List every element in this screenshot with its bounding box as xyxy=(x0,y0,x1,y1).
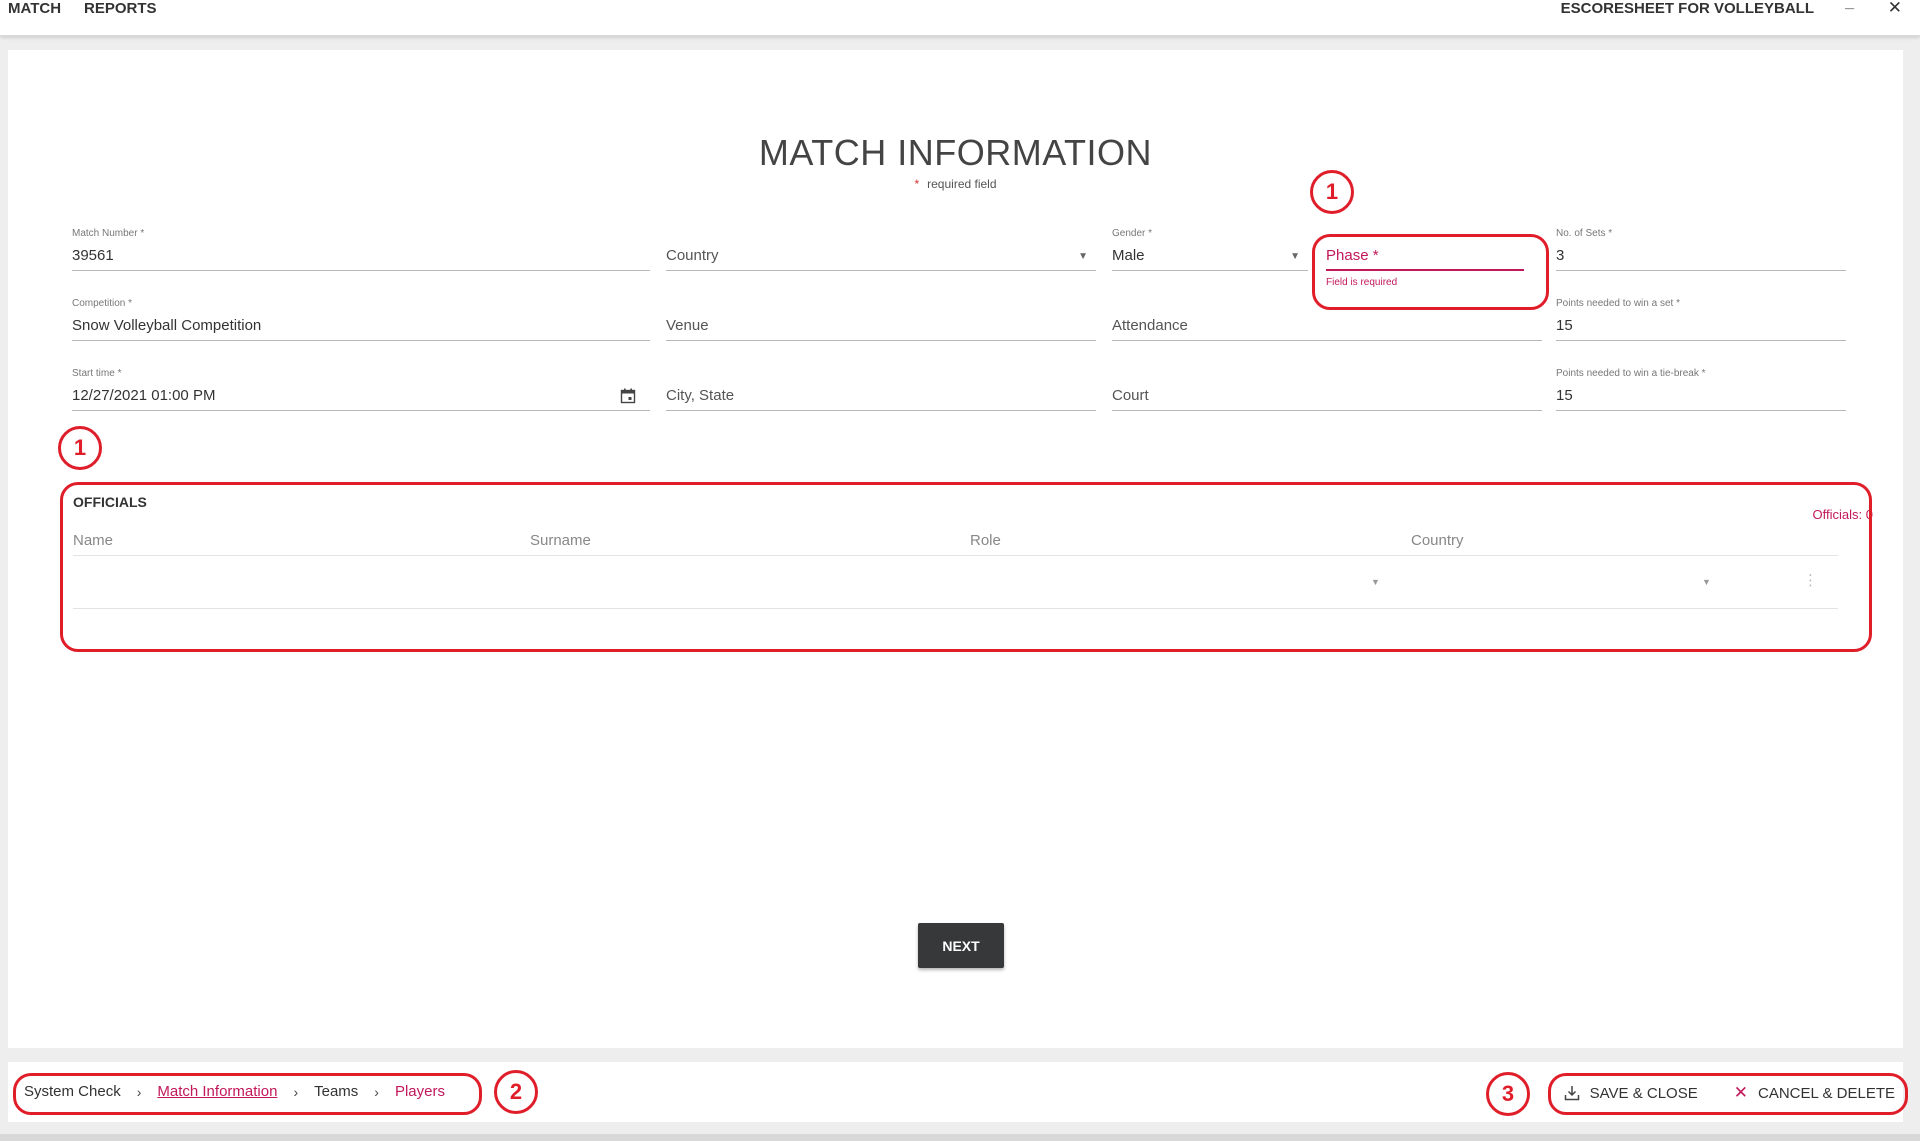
points-set-label: Points needed to win a set * xyxy=(1556,298,1680,309)
court-field[interactable]: Court xyxy=(1112,368,1542,418)
no-of-sets-field[interactable]: No. of Sets * 3 xyxy=(1556,228,1846,278)
cancel-delete-button[interactable]: ✕ CANCEL & DELETE xyxy=(1734,1083,1895,1103)
annotation-box-officials xyxy=(60,482,1872,652)
venue-input[interactable]: Venue xyxy=(666,315,1096,341)
points-tiebreak-field[interactable]: Points needed to win a tie-break * 15 xyxy=(1556,368,1846,418)
no-of-sets-input[interactable]: 3 xyxy=(1556,245,1846,271)
save-close-label: SAVE & CLOSE xyxy=(1589,1084,1698,1102)
competition-input[interactable]: Snow Volleyball Competition xyxy=(72,315,650,341)
required-note-text: required field xyxy=(927,177,997,191)
annotation-number-3: 3 xyxy=(1486,1072,1530,1116)
start-time-input[interactable]: 12/27/2021 01:00 PM xyxy=(72,385,650,411)
menu-match[interactable]: MATCH xyxy=(8,0,61,17)
points-set-field[interactable]: Points needed to win a set * 15 xyxy=(1556,298,1846,348)
footer-actions: SAVE & CLOSE ✕ CANCEL & DELETE xyxy=(1564,1083,1895,1103)
required-star: * xyxy=(914,177,920,191)
no-of-sets-label: No. of Sets * xyxy=(1556,228,1613,239)
match-number-input[interactable]: 39561 xyxy=(72,245,650,271)
bottom-edge xyxy=(0,1134,1920,1141)
city-state-field[interactable]: City, State xyxy=(666,368,1096,418)
next-button[interactable]: NEXT xyxy=(918,923,1004,968)
gender-label: Gender * xyxy=(1112,228,1153,239)
country-placeholder[interactable]: Country xyxy=(666,245,1096,271)
annotation-box-phase xyxy=(1312,234,1549,310)
match-number-field[interactable]: Match Number * 39561 xyxy=(72,228,650,278)
title-bar: MATCH REPORTS ESCORESHEET FOR VOLLEYBALL… xyxy=(0,0,1920,36)
court-input[interactable]: Court xyxy=(1112,385,1542,411)
points-set-input[interactable]: 15 xyxy=(1556,315,1846,341)
venue-field[interactable]: Venue xyxy=(666,298,1096,348)
annotation-number-1b: 1 xyxy=(58,426,102,470)
start-time-field[interactable]: Start time * 12/27/2021 01:00 PM xyxy=(72,368,650,418)
match-number-label: Match Number * xyxy=(72,228,145,239)
start-time-label: Start time * xyxy=(72,368,122,379)
breadcrumb: System Check › Match Information › Teams… xyxy=(24,1083,445,1100)
minimize-button[interactable]: _ xyxy=(1845,0,1854,12)
gender-select[interactable]: Gender * Male ▼ xyxy=(1112,228,1308,278)
points-tiebreak-label: Points needed to win a tie-break * xyxy=(1556,368,1706,379)
chevron-right-icon: › xyxy=(136,1083,142,1100)
calendar-icon[interactable] xyxy=(620,388,636,404)
app-title: ESCORESHEET FOR VOLLEYBALL xyxy=(1560,0,1814,17)
required-note: * required field xyxy=(8,177,1903,191)
points-tiebreak-input[interactable]: 15 xyxy=(1556,385,1846,411)
breadcrumb-match-information[interactable]: Match Information xyxy=(157,1083,277,1100)
menu-reports[interactable]: REPORTS xyxy=(84,0,157,17)
competition-field[interactable]: Competition * Snow Volleyball Competitio… xyxy=(72,298,650,348)
breadcrumb-system-check[interactable]: System Check xyxy=(24,1083,121,1100)
dropdown-caret-icon: ▼ xyxy=(1078,251,1088,262)
close-x-icon: ✕ xyxy=(1733,1083,1748,1102)
close-window-button[interactable]: ✕ xyxy=(1888,0,1902,18)
save-close-button[interactable]: SAVE & CLOSE xyxy=(1564,1085,1698,1102)
breadcrumb-teams[interactable]: Teams xyxy=(314,1083,358,1100)
country-select[interactable]: Country ▼ xyxy=(666,228,1096,278)
annotation-number-2: 2 xyxy=(494,1070,538,1114)
download-icon xyxy=(1564,1086,1579,1101)
city-state-input[interactable]: City, State xyxy=(666,385,1096,411)
menu-bar: MATCH REPORTS xyxy=(8,0,157,17)
chevron-right-icon: › xyxy=(374,1083,379,1100)
dropdown-caret-icon: ▼ xyxy=(1290,251,1300,262)
chevron-right-icon: › xyxy=(293,1083,299,1100)
gender-value[interactable]: Male xyxy=(1112,245,1308,271)
cancel-delete-label: CANCEL & DELETE xyxy=(1758,1084,1895,1102)
page-title: MATCH INFORMATION xyxy=(758,132,1153,173)
attendance-input[interactable]: Attendance xyxy=(1112,315,1542,341)
annotation-number-1a: 1 xyxy=(1310,170,1354,214)
breadcrumb-players[interactable]: Players xyxy=(395,1083,445,1100)
competition-label: Competition * xyxy=(72,298,133,309)
